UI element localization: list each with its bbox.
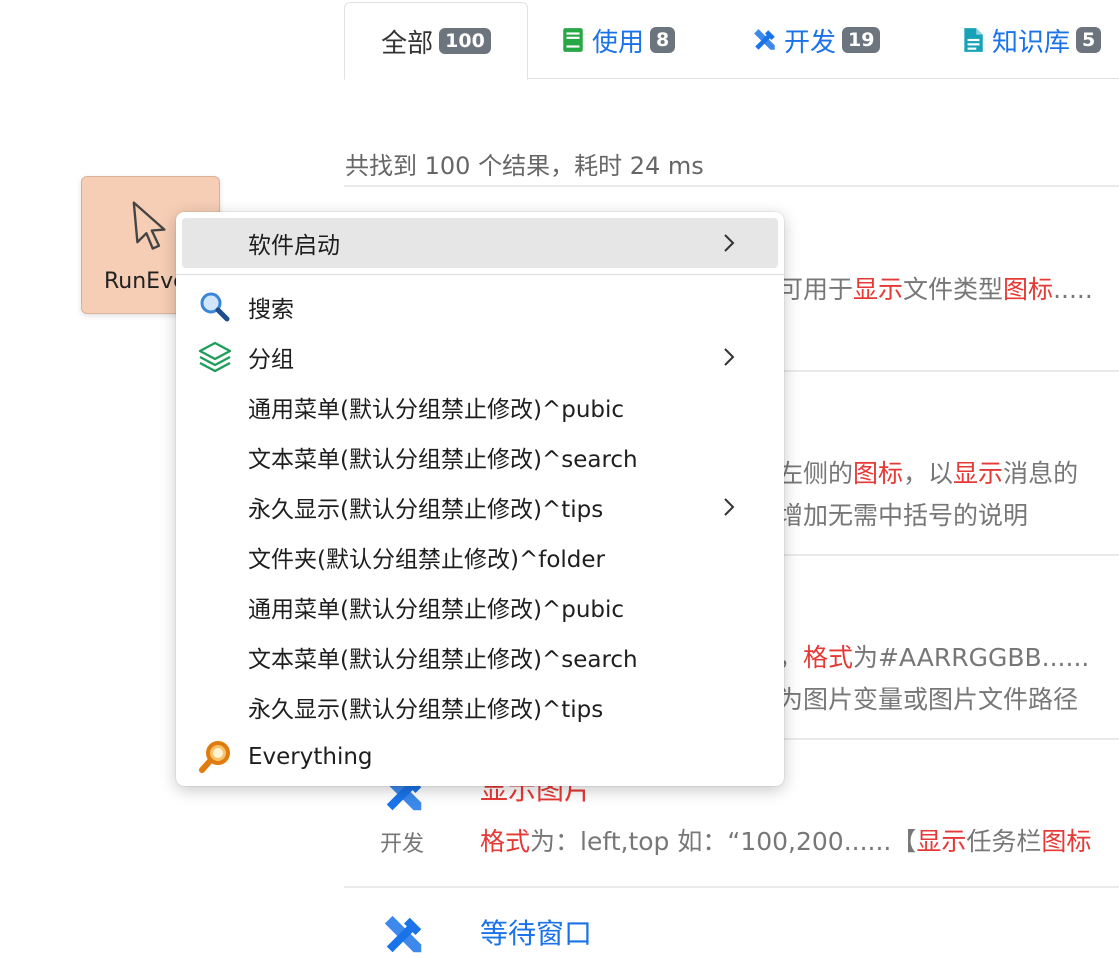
book-icon (563, 28, 583, 52)
document-icon (964, 28, 983, 52)
chevron-right-icon (724, 498, 735, 516)
result-snippet[interactable]: 可用于显示文件类型图标..... (778, 270, 1093, 306)
divider (344, 185, 1119, 187)
menu-item-label: 文本菜单(默认分组禁止修改)^search (248, 447, 638, 473)
count-badge: 5 (1076, 27, 1102, 53)
menu-item-label: 永久显示(默认分组禁止修改)^tips (248, 497, 604, 523)
menu-item-label: 文本菜单(默认分组禁止修改)^search (248, 647, 638, 673)
menu-item-public-menu[interactable]: 通用菜单(默认分组禁止修改)^pubic (182, 582, 778, 632)
menu-item-label: 分组 (248, 347, 294, 373)
result-snippet[interactable]: 格式为：left,top 如：“100,200......【显示任务栏图标 (480, 822, 1091, 858)
tab-label: 知识库 (992, 27, 1071, 58)
everything-search-icon (199, 741, 230, 773)
result-snippet[interactable]: 左侧的图标，以显示消息的 (778, 454, 1078, 490)
divider (344, 886, 1119, 888)
tab-develop[interactable]: 开发 19 (752, 2, 881, 78)
magnifier-icon (200, 292, 230, 322)
tab-label: 全部 (381, 28, 434, 59)
tab-label: 开发 (784, 27, 837, 58)
menu-item-text-menu[interactable]: 文本菜单(默认分组禁止修改)^search (182, 632, 778, 682)
tab-usage[interactable]: 使用 8 (560, 2, 676, 78)
menu-item-label: 搜索 (248, 297, 294, 323)
chevron-right-icon (724, 348, 735, 366)
menu-item-everything[interactable]: Everything (182, 732, 778, 782)
result-summary: 共找到 100 个结果，耗时 24 ms (345, 152, 704, 180)
menu-item-tips[interactable]: 永久显示(默认分组禁止修改)^tips (182, 482, 778, 532)
result-snippet[interactable]: 为图片变量或图片文件路径 (778, 680, 1078, 716)
layers-icon (198, 341, 232, 373)
tab-label: 使用 (592, 27, 645, 58)
menu-item-tips[interactable]: 永久显示(默认分组禁止修改)^tips (182, 682, 778, 732)
context-menu: 软件启动 搜索 分组 通用菜单(默认分组禁止修改)^pubic 文本菜单(默认分… (176, 212, 784, 786)
menu-item-folder[interactable]: 文件夹(默认分组禁止修改)^folder (182, 532, 778, 582)
menu-item-label: 通用菜单(默认分组禁止修改)^pubic (248, 397, 625, 423)
chevron-right-icon (724, 234, 735, 252)
result-snippet[interactable]: ，格式为#AARRGGBB...... (778, 638, 1089, 674)
result-snippet[interactable]: 增加无需中括号的说明 (778, 496, 1028, 532)
menu-item-software-launch[interactable]: 软件启动 (182, 218, 778, 268)
menu-item-label: 永久显示(默认分组禁止修改)^tips (248, 697, 604, 723)
count-badge: 19 (842, 27, 881, 53)
result-category: 开发 (380, 832, 425, 857)
cursor-icon (132, 201, 166, 250)
menu-item-text-menu[interactable]: 文本菜单(默认分组禁止修改)^search (182, 432, 778, 482)
menu-item-group[interactable]: 分组 (182, 332, 778, 382)
result-title[interactable]: 等待窗口 (480, 912, 592, 952)
tab-all[interactable]: 全部 100 (344, 2, 528, 80)
menu-item-label: Everything (248, 744, 373, 770)
count-badge: 8 (650, 27, 676, 53)
menu-separator (176, 274, 784, 275)
menu-item-label: 软件启动 (248, 233, 340, 259)
tools-icon (384, 915, 422, 953)
tools-icon (754, 29, 775, 50)
category-tabs: 全部 100 使用 8 开发 19 知识库 5 (344, 0, 1119, 80)
menu-item-label: 文件夹(默认分组禁止修改)^folder (248, 547, 605, 573)
menu-item-label: 通用菜单(默认分组禁止修改)^pubic (248, 597, 625, 623)
tab-knowledge[interactable]: 知识库 5 (960, 2, 1102, 78)
menu-item-public-menu[interactable]: 通用菜单(默认分组禁止修改)^pubic (182, 382, 778, 432)
count-badge: 100 (439, 28, 491, 54)
menu-item-search[interactable]: 搜索 (182, 282, 778, 332)
